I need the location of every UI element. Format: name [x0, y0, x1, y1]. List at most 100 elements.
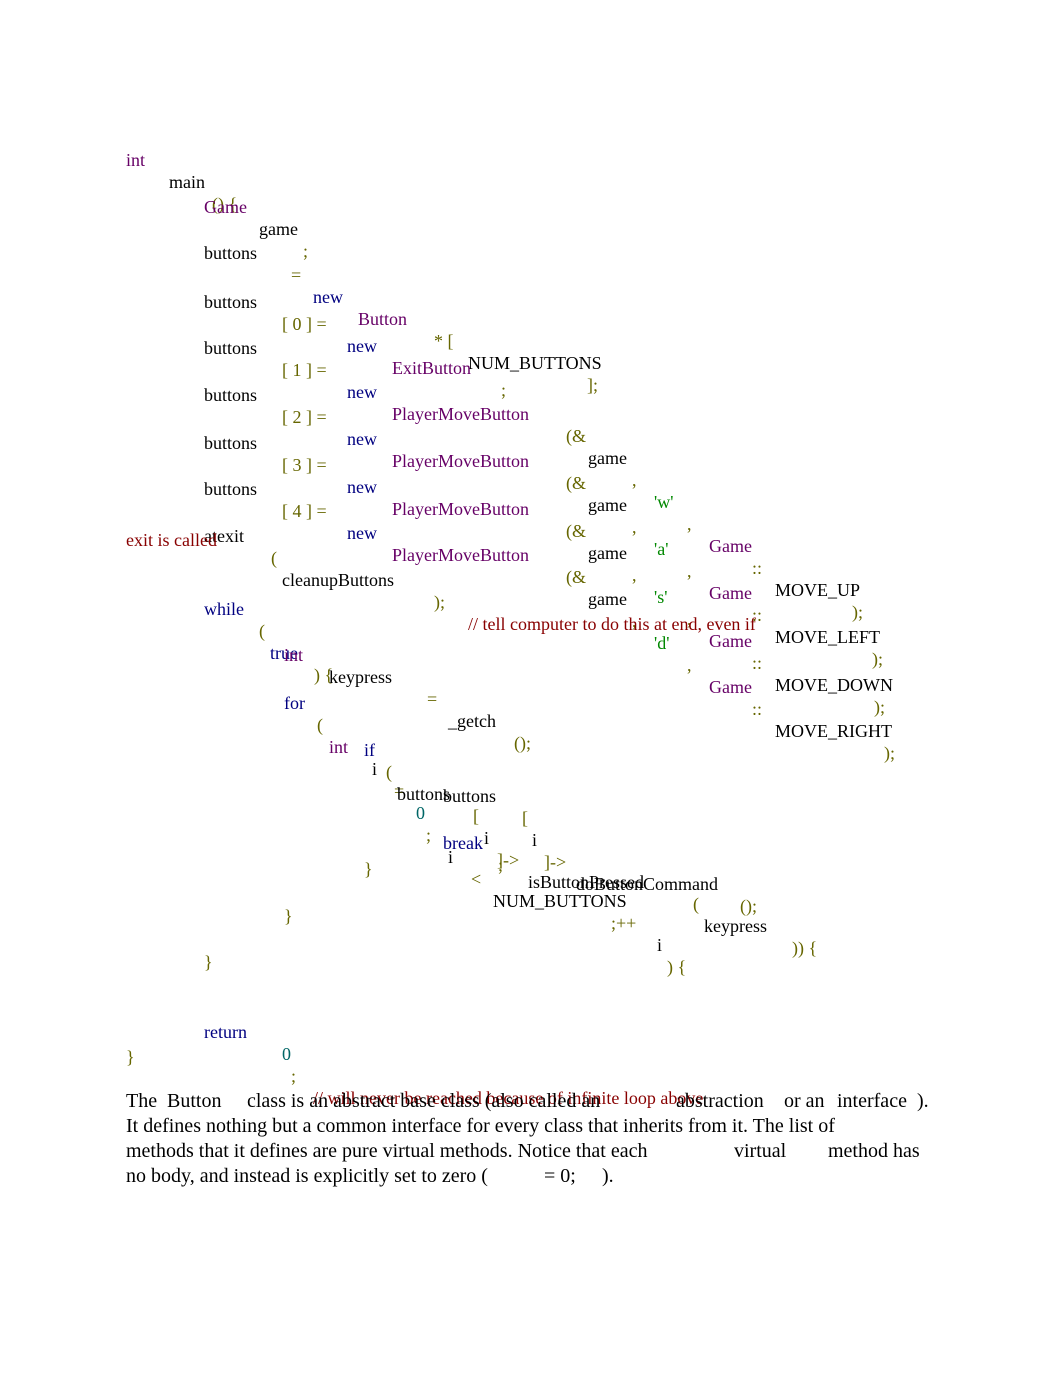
code-line-if: if ( buttons [ i ]-> isButtonPressed ( k…: [364, 717, 817, 981]
keyword: new: [313, 287, 343, 307]
paragraph-line: methods that it defines are pure virtual…: [126, 1139, 946, 1164]
identifier: keypress: [329, 667, 392, 687]
punctuation: [: [522, 808, 528, 828]
function-name: main: [169, 172, 205, 192]
text: ).: [602, 1165, 614, 1187]
punctuation: )) {: [792, 938, 818, 958]
punctuation: ,: [632, 565, 637, 585]
punctuation: (: [386, 762, 392, 782]
identifier: game: [588, 495, 627, 515]
paragraph-line: no body, and instead is explicitly set t…: [126, 1164, 946, 1189]
identifier: game: [588, 448, 627, 468]
identifier: buttons: [204, 433, 258, 453]
identifier: i: [532, 830, 538, 850]
punctuation: (: [317, 715, 323, 735]
operator: =: [291, 265, 302, 285]
type-name: PlayerMoveButton: [392, 545, 529, 565]
type-name: ExitButton: [392, 358, 472, 378]
keyword: break: [443, 833, 483, 853]
text: no body, and instead is explicitly set t…: [126, 1165, 488, 1187]
text: or an: [784, 1090, 825, 1112]
operator: =: [427, 689, 438, 709]
closing-brace: }: [364, 859, 373, 879]
paragraph-line: The Button class is an abstract base cla…: [126, 1089, 946, 1114]
punctuation: (&: [566, 426, 586, 446]
index-expr: [ 0 ] =: [282, 314, 327, 334]
closing-brace: }: [204, 952, 213, 972]
scope-operator: ::: [752, 699, 763, 719]
keyword: new: [347, 382, 377, 402]
char-literal: 'a': [654, 539, 669, 559]
punctuation: (: [271, 548, 277, 568]
enum-value: MOVE_LEFT: [775, 627, 880, 647]
punctuation: * [: [434, 331, 454, 351]
code-line-while: while ( true ) {: [204, 576, 333, 708]
inline-code: = 0;: [544, 1165, 576, 1187]
scope-operator: ::: [752, 558, 763, 578]
keyword: new: [347, 477, 377, 497]
closing-brace: }: [126, 1047, 135, 1067]
punctuation: ();: [740, 896, 757, 916]
type-name: PlayerMoveButton: [392, 499, 529, 519]
punctuation: );: [874, 697, 885, 717]
index-expr: [ 2 ] =: [282, 407, 327, 427]
identifier: cleanupButtons: [282, 570, 394, 590]
identifier: buttons: [204, 243, 258, 263]
namespace: Game: [709, 536, 752, 556]
paragraph-line: It defines nothing but a common interfac…: [126, 1114, 946, 1139]
char-literal: 'w': [654, 492, 674, 512]
keyword: new: [347, 429, 377, 449]
method-name: doButtonCommand: [576, 874, 719, 894]
keyword: if: [364, 740, 375, 760]
scope-operator: ::: [752, 653, 763, 673]
type-name: Button: [358, 309, 408, 329]
inline-term: interface: [837, 1090, 907, 1112]
code-line-for: for ( int i = 0 ; i < NUM_BUTTONS ;++ i …: [284, 670, 686, 1000]
constant: NUM_BUTTONS: [468, 353, 602, 373]
identifier: buttons: [204, 292, 258, 312]
inline-code: virtual: [734, 1140, 787, 1162]
identifier: buttons: [204, 338, 258, 358]
explanation-paragraph: The Button class is an abstract base cla…: [126, 1089, 946, 1189]
type-keyword: int: [284, 645, 304, 665]
punctuation: );: [434, 592, 445, 612]
keyword: while: [204, 599, 244, 619]
identifier: i: [657, 935, 663, 955]
enum-value: MOVE_DOWN: [775, 675, 893, 695]
inline-code: Button: [167, 1090, 222, 1112]
punctuation: ];: [587, 375, 598, 395]
punctuation: ();: [514, 733, 531, 753]
punctuation: ,: [687, 655, 692, 675]
punctuation: );: [872, 649, 883, 669]
type-keyword: int: [329, 737, 349, 757]
operator: ]->: [544, 852, 567, 872]
code-line-main: int main () {: [126, 127, 237, 237]
type-name: Game: [204, 197, 247, 217]
punctuation: ,: [632, 470, 637, 490]
number-literal: 0: [282, 1044, 291, 1064]
keyword: for: [284, 693, 305, 713]
punctuation: ;: [291, 1066, 297, 1086]
punctuation: (: [693, 894, 699, 914]
code-line-break: break ;: [443, 810, 503, 898]
identifier: game: [588, 589, 627, 609]
punctuation: (&: [566, 521, 586, 541]
namespace: Game: [709, 583, 752, 603]
function-name: _getch: [448, 711, 496, 731]
keyword: new: [347, 523, 377, 543]
operator: ;++: [611, 913, 637, 933]
punctuation: (: [259, 621, 265, 641]
index-expr: [ 3 ] =: [282, 455, 327, 475]
punctuation: ,: [687, 514, 692, 534]
text: ).: [917, 1090, 929, 1112]
text: It defines nothing but a common interfac…: [126, 1115, 835, 1137]
keyword: return: [204, 1022, 247, 1042]
text: method has: [828, 1140, 920, 1162]
enum-value: MOVE_RIGHT: [775, 721, 892, 741]
punctuation: [: [473, 806, 479, 826]
index-expr: [ 1 ] =: [282, 360, 327, 380]
char-literal: 's': [654, 587, 668, 607]
identifier: game: [588, 543, 627, 563]
punctuation: );: [852, 602, 863, 622]
namespace: Game: [709, 677, 752, 697]
